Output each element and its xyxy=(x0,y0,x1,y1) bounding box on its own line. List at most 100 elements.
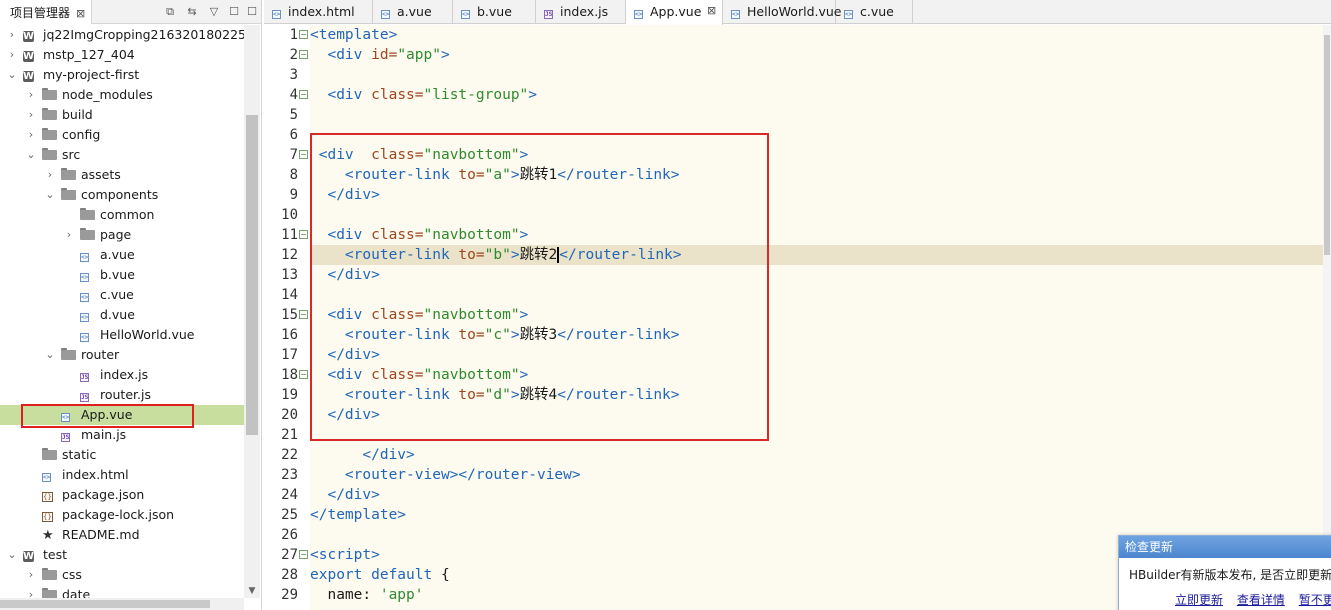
fold-toggle-icon[interactable]: − xyxy=(299,550,308,559)
tree-item[interactable]: › page xyxy=(0,225,244,245)
fold-toggle-icon[interactable]: − xyxy=(299,90,308,99)
code-line[interactable] xyxy=(310,285,1323,305)
editor-tab[interactable]: <> index.html xyxy=(264,0,373,24)
fold-toggle-icon[interactable]: − xyxy=(299,310,308,319)
editor-tab[interactable]: <> App.vue ⊠ xyxy=(626,0,723,25)
minimize-icon[interactable]: ☐ xyxy=(226,4,242,20)
update-now-link[interactable]: 立即更新 xyxy=(1175,593,1223,607)
tree-item[interactable]: ⌄ Wtest xyxy=(0,545,244,565)
tree-item[interactable]: › css xyxy=(0,565,244,585)
project-manager-tab[interactable]: 项目管理器 ⊠ xyxy=(0,0,93,24)
tree-item[interactable]: <> HelloWorld.vue xyxy=(0,325,244,345)
fold-toggle-icon[interactable]: − xyxy=(299,230,308,239)
code-line[interactable]: <router-view></router-view> xyxy=(310,465,1323,485)
tree-item[interactable]: <> App.vue xyxy=(0,405,244,425)
tree-item[interactable]: common xyxy=(0,205,244,225)
view-menu-icon[interactable]: ▽ xyxy=(206,4,222,20)
code-line[interactable]: <router-link to="b">跳转2 </router-link> xyxy=(310,245,1323,265)
code-line[interactable]: </template> xyxy=(310,505,1323,525)
collapse-all-icon[interactable]: ⧉ xyxy=(162,4,178,20)
chevron-right-icon[interactable]: › xyxy=(6,27,18,43)
tree-item[interactable]: <> a.vue xyxy=(0,245,244,265)
chevron-right-icon[interactable]: › xyxy=(25,567,37,583)
editor-tab[interactable]: <> a.vue xyxy=(373,0,453,24)
code-line[interactable]: </div> xyxy=(310,345,1323,365)
tree-item[interactable]: › build xyxy=(0,105,244,125)
code-line[interactable]: </div> xyxy=(310,185,1323,205)
tree-item[interactable]: <> index.html xyxy=(0,465,244,485)
scroll-down-icon[interactable]: ▼ xyxy=(244,584,260,598)
tree-item[interactable]: › Wjq22ImgCropping21632018022501 xyxy=(0,25,244,45)
code-line[interactable]: <div class="navbottom"> xyxy=(310,305,1323,325)
code-line[interactable]: </div> xyxy=(310,485,1323,505)
fold-toggle-icon[interactable]: − xyxy=(299,30,308,39)
tree-item[interactable]: static xyxy=(0,445,244,465)
chevron-right-icon[interactable]: › xyxy=(44,167,56,183)
code-line[interactable]: <div class="navbottom"> xyxy=(310,145,1323,165)
tree-item[interactable]: ⌄ src xyxy=(0,145,244,165)
tree-item[interactable]: › node_modules xyxy=(0,85,244,105)
editor-tab[interactable]: <> b.vue xyxy=(453,0,536,24)
chevron-right-icon[interactable]: › xyxy=(6,47,18,63)
tree-item[interactable]: ⌄ router xyxy=(0,345,244,365)
fold-toggle-icon[interactable]: − xyxy=(299,150,308,159)
tree-item[interactable]: JS index.js xyxy=(0,365,244,385)
tree-item[interactable]: › config xyxy=(0,125,244,145)
code-line[interactable] xyxy=(310,205,1323,225)
code-line[interactable]: <div class="navbottom"> xyxy=(310,225,1323,245)
tree-item[interactable]: JS main.js xyxy=(0,425,244,445)
tree-item[interactable]: ★ README.md xyxy=(0,525,244,545)
fold-toggle-icon[interactable]: − xyxy=(299,370,308,379)
tree-item[interactable]: ⌄ components xyxy=(0,185,244,205)
chevron-down-icon[interactable]: ⌄ xyxy=(25,147,37,163)
tree-scroll-thumb[interactable] xyxy=(246,115,258,435)
code-line[interactable]: <template> xyxy=(310,25,1323,45)
code-line[interactable]: </div> xyxy=(310,265,1323,285)
code-line[interactable]: </div> xyxy=(310,405,1323,425)
tree-item[interactable]: {} package-lock.json xyxy=(0,505,244,525)
editor-tab[interactable]: <> c.vue xyxy=(836,0,913,24)
editor-tab[interactable]: <> HelloWorld.vue xyxy=(723,0,842,24)
chevron-down-icon[interactable]: ⌄ xyxy=(44,187,56,203)
link-editor-icon[interactable]: ⇆ xyxy=(184,4,200,20)
tree-item[interactable]: JS router.js xyxy=(0,385,244,405)
code-line[interactable] xyxy=(310,105,1323,125)
tree-vertical-scrollbar[interactable]: ▼ xyxy=(244,25,260,598)
code-editor[interactable]: <template> <div id="app"> <div class="li… xyxy=(310,25,1323,610)
tree-item[interactable]: <> c.vue xyxy=(0,285,244,305)
tree-item[interactable]: › assets xyxy=(0,165,244,185)
tree-item[interactable]: {} package.json xyxy=(0,485,244,505)
tree-item[interactable]: ⌄ Wmy-project-first xyxy=(0,65,244,85)
editor-vertical-scrollbar[interactable] xyxy=(1323,25,1331,610)
tree-item[interactable]: › date xyxy=(0,585,244,598)
code-line[interactable]: <router-link to="d">跳转4</router-link> xyxy=(310,385,1323,405)
code-line[interactable] xyxy=(310,425,1323,445)
chevron-right-icon[interactable]: › xyxy=(63,227,75,243)
code-line[interactable] xyxy=(310,125,1323,145)
tree-item[interactable]: <> d.vue xyxy=(0,305,244,325)
maximize-icon[interactable]: ☐ xyxy=(244,4,260,20)
chevron-right-icon[interactable]: › xyxy=(25,587,37,598)
skip-update-link[interactable]: 暂不更新 xyxy=(1299,593,1331,607)
chevron-right-icon[interactable]: › xyxy=(25,127,37,143)
code-line[interactable]: <router-link to="a">跳转1</router-link> xyxy=(310,165,1323,185)
chevron-right-icon[interactable]: › xyxy=(25,107,37,123)
close-tab-icon[interactable]: ⊠ xyxy=(707,4,716,17)
fold-toggle-icon[interactable]: − xyxy=(299,50,308,59)
chevron-right-icon[interactable]: › xyxy=(25,87,37,103)
view-details-link[interactable]: 查看详情 xyxy=(1237,593,1285,607)
tree-item[interactable]: <> b.vue xyxy=(0,265,244,285)
chevron-down-icon[interactable]: ⌄ xyxy=(44,347,56,363)
editor-tab[interactable]: JS index.js xyxy=(536,0,626,24)
chevron-down-icon[interactable]: ⌄ xyxy=(6,67,18,83)
tree-hscroll-thumb[interactable] xyxy=(0,600,210,608)
code-line[interactable]: <router-link to="c">跳转3</router-link> xyxy=(310,325,1323,345)
code-line[interactable] xyxy=(310,65,1323,85)
chevron-down-icon[interactable]: ⌄ xyxy=(6,547,18,563)
code-line[interactable]: <div id="app"> xyxy=(310,45,1323,65)
editor-scroll-thumb[interactable] xyxy=(1324,35,1330,255)
code-line[interactable]: <div class="navbottom"> xyxy=(310,365,1323,385)
close-icon[interactable]: ⊠ xyxy=(76,7,85,20)
tree-horizontal-scrollbar[interactable] xyxy=(0,598,244,610)
tree-item[interactable]: › Wmstp_127_404 xyxy=(0,45,244,65)
